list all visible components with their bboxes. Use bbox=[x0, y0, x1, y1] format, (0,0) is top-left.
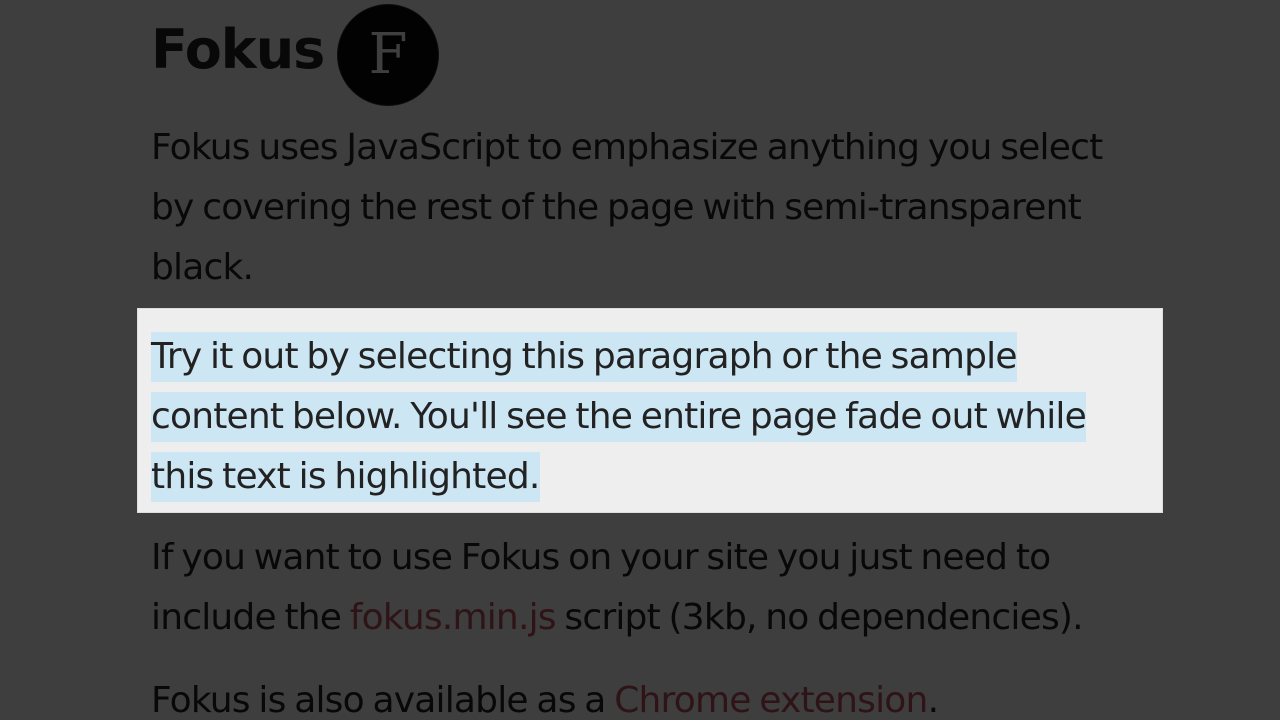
fokus-logo-icon: F bbox=[338, 5, 438, 105]
fokus-script-link[interactable]: fokus.min.js bbox=[350, 597, 557, 638]
fokus-page: Fokus F Fokus uses JavaScript to emphasi… bbox=[0, 0, 1280, 720]
usage-text-after: script (3kb, no dependencies). bbox=[555, 597, 1083, 638]
extension-text-before: Fokus is also available as a bbox=[151, 680, 615, 720]
usage-paragraph: If you want to use Fokus on your site yo… bbox=[151, 528, 1141, 648]
title-row: Fokus F bbox=[151, 5, 751, 105]
page-title: Fokus bbox=[151, 18, 325, 81]
intro-paragraph: Fokus uses JavaScript to emphasize anyth… bbox=[151, 127, 1103, 288]
extension-paragraph: Fokus is also available as a Chrome exte… bbox=[151, 671, 1141, 720]
selected-paragraph[interactable]: Try it out by selecting this paragraph o… bbox=[151, 327, 1151, 507]
extension-text-after: . bbox=[927, 680, 939, 720]
chrome-extension-link[interactable]: Chrome extension bbox=[614, 680, 928, 720]
text-selection[interactable]: Try it out by selecting this paragraph o… bbox=[151, 332, 1087, 502]
logo-letter: F bbox=[368, 22, 408, 87]
focused-selection-box: Try it out by selecting this paragraph o… bbox=[137, 308, 1163, 513]
